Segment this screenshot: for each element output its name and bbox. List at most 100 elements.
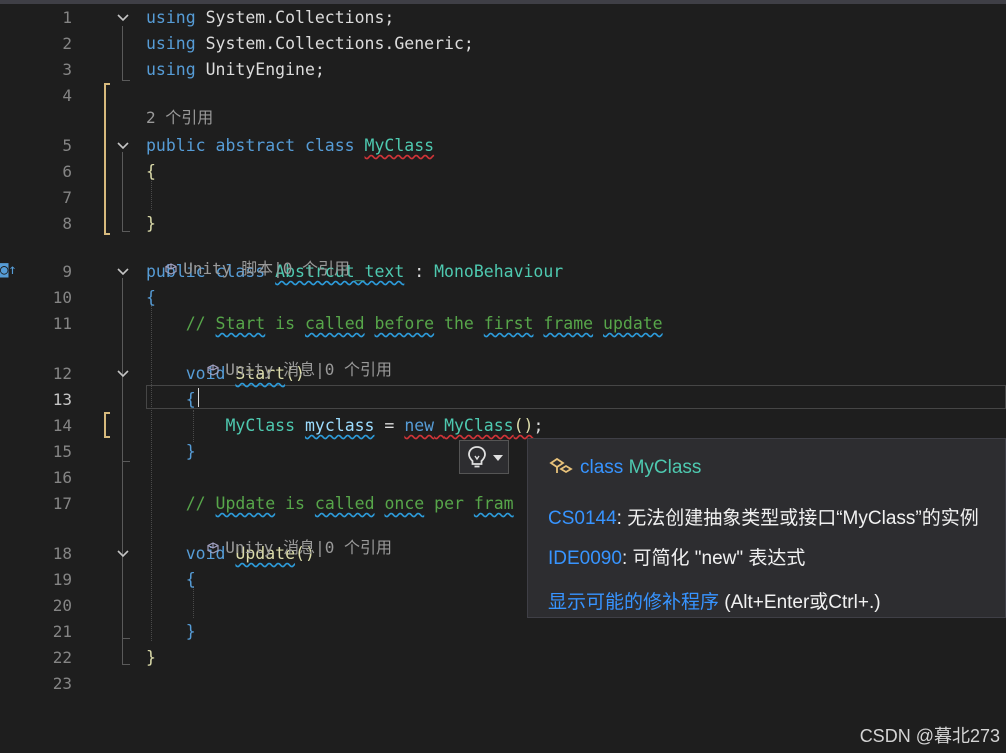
code-token: } <box>146 442 196 461</box>
code-line[interactable]: 3 using UnityEngine; <box>0 57 1006 83</box>
codelens-unity-message[interactable]: Unity 消息|0 个引用 <box>188 334 392 382</box>
code-token: once <box>384 494 425 513</box>
code-token: myclass <box>304 416 375 435</box>
code-line[interactable]: 5 public abstract class MyClass <box>0 133 1006 159</box>
codelens-unity-script[interactable]: Unity 脚本|0 个引用 <box>146 233 350 281</box>
code-line[interactable]: 1 using System.Collections; <box>0 5 1006 31</box>
code-text: using UnityEngine; <box>146 57 325 83</box>
code-text: public abstract class MyClass <box>146 133 434 159</box>
code-token: fram <box>473 494 514 513</box>
code-token: UnityEngine; <box>195 60 325 79</box>
code-text: } <box>146 439 196 465</box>
code-line[interactable]: 11 // Start is called before the first f… <box>0 311 1006 337</box>
line-number: 11 <box>52 314 72 333</box>
code-line[interactable]: 14 MyClass myclass = new MyClass(); <box>0 413 1006 439</box>
code-line[interactable]: 23 <box>0 671 1006 697</box>
code-token: first <box>483 314 534 333</box>
line-number: 8 <box>62 214 72 233</box>
code-token: frame <box>543 314 594 333</box>
code-token: Update <box>215 494 276 513</box>
code-line[interactable]: 21 } <box>0 619 1006 645</box>
fold-chevron-icon[interactable] <box>115 10 131 26</box>
line-number: 19 <box>52 570 72 589</box>
code-token: () <box>513 416 534 435</box>
code-token: // <box>146 494 216 513</box>
code-token: called <box>314 494 375 513</box>
show-fixes-shortcut: (Alt+Enter或Ctrl+.) <box>719 592 881 613</box>
quick-actions-button[interactable] <box>459 440 509 474</box>
show-fixes-row: 显示可能的修补程序 (Alt+Enter或Ctrl+.) <box>548 587 881 614</box>
code-line[interactable]: 13 { <box>0 387 1006 413</box>
code-line[interactable]: 6{ <box>0 159 1006 185</box>
show-possible-fixes-link[interactable]: 显示可能的修补程序 <box>548 592 719 613</box>
code-token: using <box>146 8 196 27</box>
code-text: MyClass myclass = new MyClass(); <box>146 413 543 439</box>
codelens-unity-message[interactable]: Unity 消息|0 个引用 <box>188 512 392 560</box>
line-number: 16 <box>52 468 72 487</box>
code-token: { <box>146 288 156 307</box>
line-number: 3 <box>62 60 72 79</box>
quick-actions-popup: class MyClass CS0144: 无法创建抽象类型或接口“MyClas… <box>527 438 1006 618</box>
code-token: the <box>434 314 484 333</box>
line-number: 10 <box>52 288 72 307</box>
unity-cube-icon <box>207 542 219 554</box>
code-text: } <box>146 645 156 671</box>
code-token: { <box>146 570 196 589</box>
line-number: 22 <box>52 648 72 667</box>
code-token: Start <box>215 314 266 333</box>
code-token: using <box>146 34 196 53</box>
code-token: called <box>304 314 365 333</box>
code-text: using System.Collections; <box>146 5 394 31</box>
code-token: System.Collections; <box>195 8 395 27</box>
line-number: 12 <box>52 364 72 383</box>
code-line[interactable]: 10 { <box>0 285 1006 311</box>
code-token: new <box>404 416 435 435</box>
code-line[interactable]: 22} <box>0 645 1006 671</box>
lightbulb-icon <box>468 446 486 468</box>
code-token: } <box>146 622 196 641</box>
fold-chevron-icon[interactable] <box>115 546 131 562</box>
code-token: { <box>146 390 196 409</box>
line-number: 6 <box>62 162 72 181</box>
unity-cube-icon <box>207 364 219 376</box>
diagnostic-message: : 可简化 "new" 表达式 <box>621 548 806 569</box>
code-token: } <box>146 214 156 233</box>
class-icon <box>549 457 573 474</box>
code-line[interactable]: 2 using System.Collections.Generic; <box>0 31 1006 57</box>
code-text: } <box>146 619 196 645</box>
code-token: per <box>424 494 474 513</box>
code-token: is <box>275 494 315 513</box>
code-token: = <box>374 416 405 435</box>
code-text: { <box>146 567 196 593</box>
code-token: System.Collections.Generic; <box>195 34 474 53</box>
diagnostic-code-link[interactable]: CS0144 <box>548 508 617 529</box>
diagnostic-cs0144: CS0144: 无法创建抽象类型或接口“MyClass”的实例 <box>548 503 979 530</box>
fold-chevron-icon[interactable] <box>115 366 131 382</box>
line-number: 23 <box>52 674 72 693</box>
chevron-down-icon <box>493 455 503 461</box>
code-token: is <box>265 314 305 333</box>
code-line[interactable]: 7 <box>0 185 1006 211</box>
fold-chevron-icon[interactable] <box>115 264 131 280</box>
line-number: 20 <box>52 596 72 615</box>
code-text: { <box>146 387 196 413</box>
codelens-unity-message-label: Unity 消息|0 个引用 <box>225 360 392 379</box>
codelens-references[interactable]: 2 个引用 <box>146 106 213 130</box>
unity-cube-icon <box>165 263 177 275</box>
code-token: } <box>146 648 156 667</box>
code-token: : <box>404 262 435 281</box>
diagnostic-code-link[interactable]: IDE0090 <box>548 548 622 569</box>
line-number: 4 <box>62 86 72 105</box>
line-number: 18 <box>52 544 72 563</box>
code-text: using System.Collections.Generic; <box>146 31 474 57</box>
code-line[interactable]: 12 void Start() <box>0 361 1006 387</box>
popup-title-row: class MyClass <box>548 455 701 479</box>
line-number: 14 <box>52 416 72 435</box>
fold-chevron-icon[interactable] <box>115 138 131 154</box>
line-number: 2 <box>62 34 72 53</box>
text-caret <box>198 388 199 407</box>
code-token: MyClass <box>146 416 305 435</box>
